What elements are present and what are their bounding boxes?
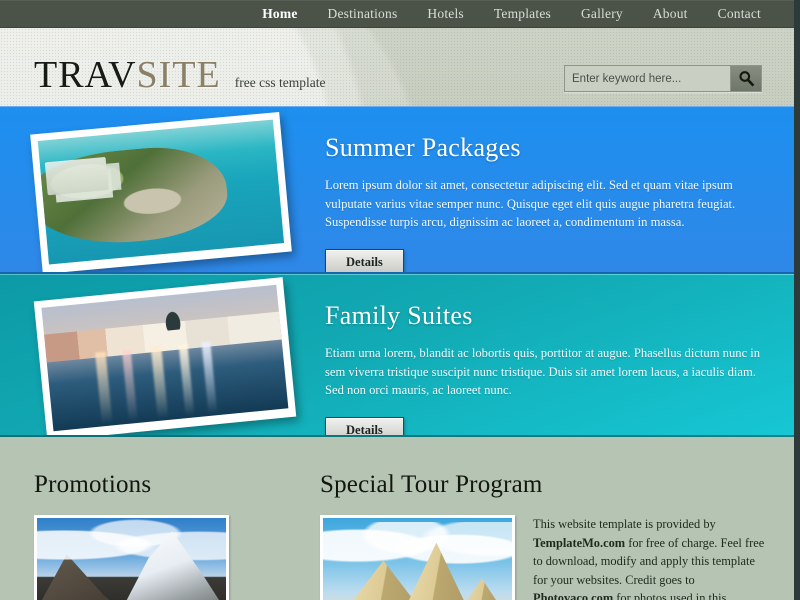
feature-text-block: Summer Packages Lorem ipsum dolor sit am… <box>325 133 772 272</box>
nav-item-home[interactable]: Home <box>247 0 312 28</box>
feature-photo-waterfront[interactable] <box>33 277 297 435</box>
promotions-title: Promotions <box>34 471 152 498</box>
nav-item-destinations[interactable]: Destinations <box>313 0 413 28</box>
feature-body: Etiam urna lorem, blandit ac lobortis qu… <box>325 346 761 397</box>
feature-title: Summer Packages <box>325 133 521 162</box>
special-tour-paragraph-1: This website template is provided by Tem… <box>533 515 772 600</box>
site-logo[interactable]: TRAVSITE <box>34 56 221 94</box>
feature-panel-family: Family Suites Etiam urna lorem, blandit … <box>0 274 794 437</box>
search-form[interactable] <box>564 65 762 92</box>
photovaco-link[interactable]: Photovaco.com <box>533 591 613 600</box>
site-tagline: free css template <box>234 75 326 90</box>
promotions-column: Promotions <box>0 471 320 600</box>
nav-item-templates[interactable]: Templates <box>479 0 566 28</box>
nav-item-gallery[interactable]: Gallery <box>566 0 638 28</box>
special-tour-text: This website template is provided by Tem… <box>533 515 772 600</box>
search-input[interactable] <box>565 66 730 91</box>
main-navigation: Home Destinations Hotels Templates Galle… <box>0 0 794 28</box>
bottom-sections: Promotions Special Tour Program This web… <box>0 437 794 600</box>
nav-item-about[interactable]: About <box>638 0 703 28</box>
waterfront-photo-image <box>41 284 289 432</box>
stp-p1-part-a: This website template is provided by <box>533 517 716 531</box>
waterfront-palm-tree <box>154 295 191 332</box>
nav-item-hotels[interactable]: Hotels <box>412 0 478 28</box>
mountain-clouds <box>37 518 226 563</box>
feature-panel-summer: Summer Packages Lorem ipsum dolor sit am… <box>0 106 794 274</box>
page-root: Home Destinations Hotels Templates Galle… <box>0 0 800 600</box>
special-tour-title: Special Tour Program <box>320 471 543 498</box>
logo-text-primary: TRAV <box>34 54 137 96</box>
search-submit-button[interactable] <box>730 66 761 91</box>
details-button-family[interactable]: Details <box>325 416 404 435</box>
feature-text-block: Family Suites Etiam urna lorem, blandit … <box>325 301 772 435</box>
pyramids-photo-image <box>323 518 512 600</box>
details-button-summer[interactable]: Details <box>325 248 404 272</box>
logo-text-accent: SITE <box>136 54 221 96</box>
site-header: TRAVSITE free css template <box>0 28 794 106</box>
nav-item-contact[interactable]: Contact <box>703 0 776 28</box>
feature-photo-island[interactable] <box>30 111 292 272</box>
pyramids-clouds <box>323 522 512 581</box>
mountain-photo-image <box>37 518 226 600</box>
templatemo-link[interactable]: TemplateMo.com <box>533 536 625 550</box>
island-photo-image <box>37 119 285 265</box>
promotions-thumbnail[interactable] <box>34 515 229 600</box>
special-tour-column: Special Tour Program This website templa… <box>320 471 794 600</box>
brand-area[interactable]: TRAVSITE free css template <box>0 56 325 106</box>
search-icon <box>738 71 754 87</box>
feature-body: Lorem ipsum dolor sit amet, consectetur … <box>325 178 736 229</box>
special-tour-thumbnail[interactable] <box>320 515 515 600</box>
feature-title: Family Suites <box>325 301 473 330</box>
